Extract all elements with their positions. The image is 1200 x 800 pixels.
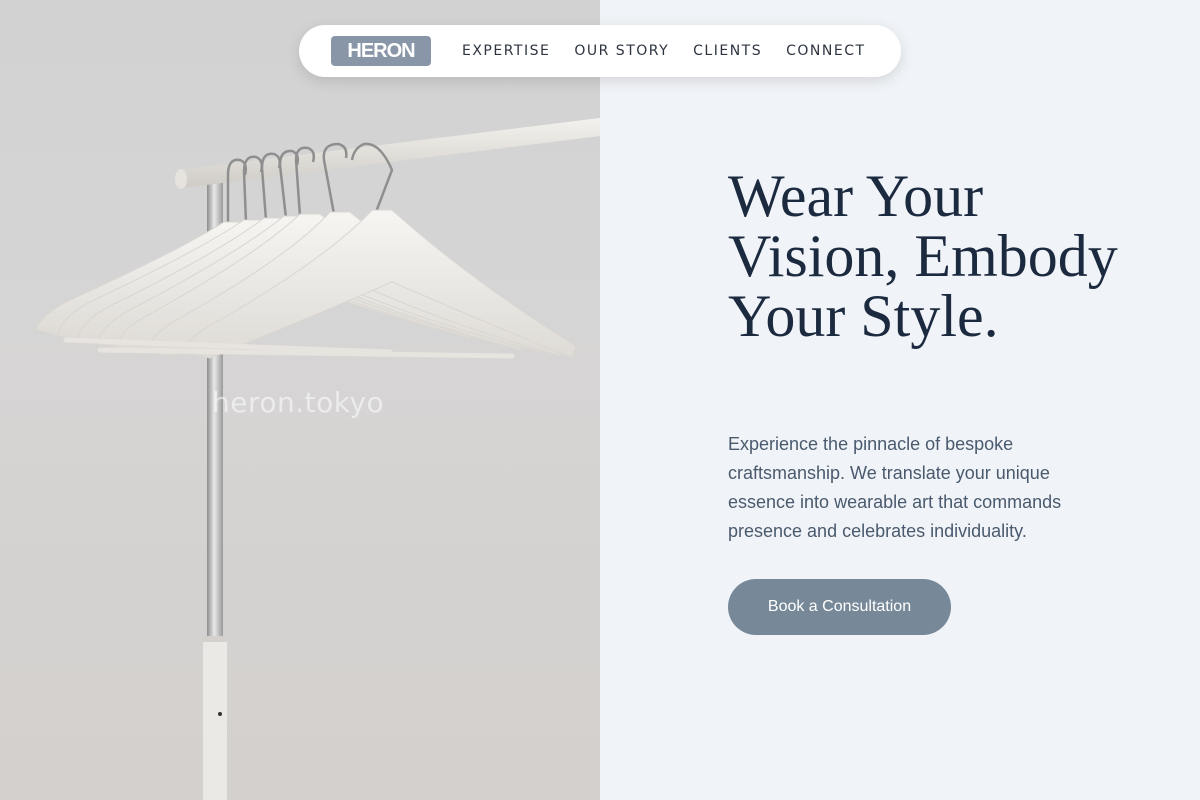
hero-lead-text: Experience the pinnacle of bespoke craft… — [728, 434, 1062, 541]
nav-link-our-story[interactable]: OUR STORY — [574, 43, 669, 59]
nav-link-clients[interactable]: CLIENTS — [693, 43, 762, 59]
nav-link-expertise[interactable]: EXPERTISE — [462, 43, 550, 59]
watermark-text: heron.tokyo — [212, 386, 385, 419]
nav-links: EXPERTISE OUR STORY CLIENTS CONNECT — [462, 25, 866, 77]
hero-image: heron.tokyo — [0, 0, 600, 800]
nav-link-connect[interactable]: CONNECT — [786, 43, 865, 59]
hero-copy-panel: Wear Your Vision, Embody Your Style. Exp… — [600, 0, 1200, 800]
brand-logo[interactable]: HERON — [331, 36, 431, 66]
hero-headline: Wear Your Vision, Embody Your Style. — [728, 163, 1118, 349]
page: heron.tokyo Wear Your Vision, Embody You… — [0, 0, 1200, 800]
top-navbar: HERON EXPERTISE OUR STORY CLIENTS CONNEC… — [299, 25, 901, 77]
book-consultation-button[interactable]: Book a Consultation — [728, 579, 951, 635]
